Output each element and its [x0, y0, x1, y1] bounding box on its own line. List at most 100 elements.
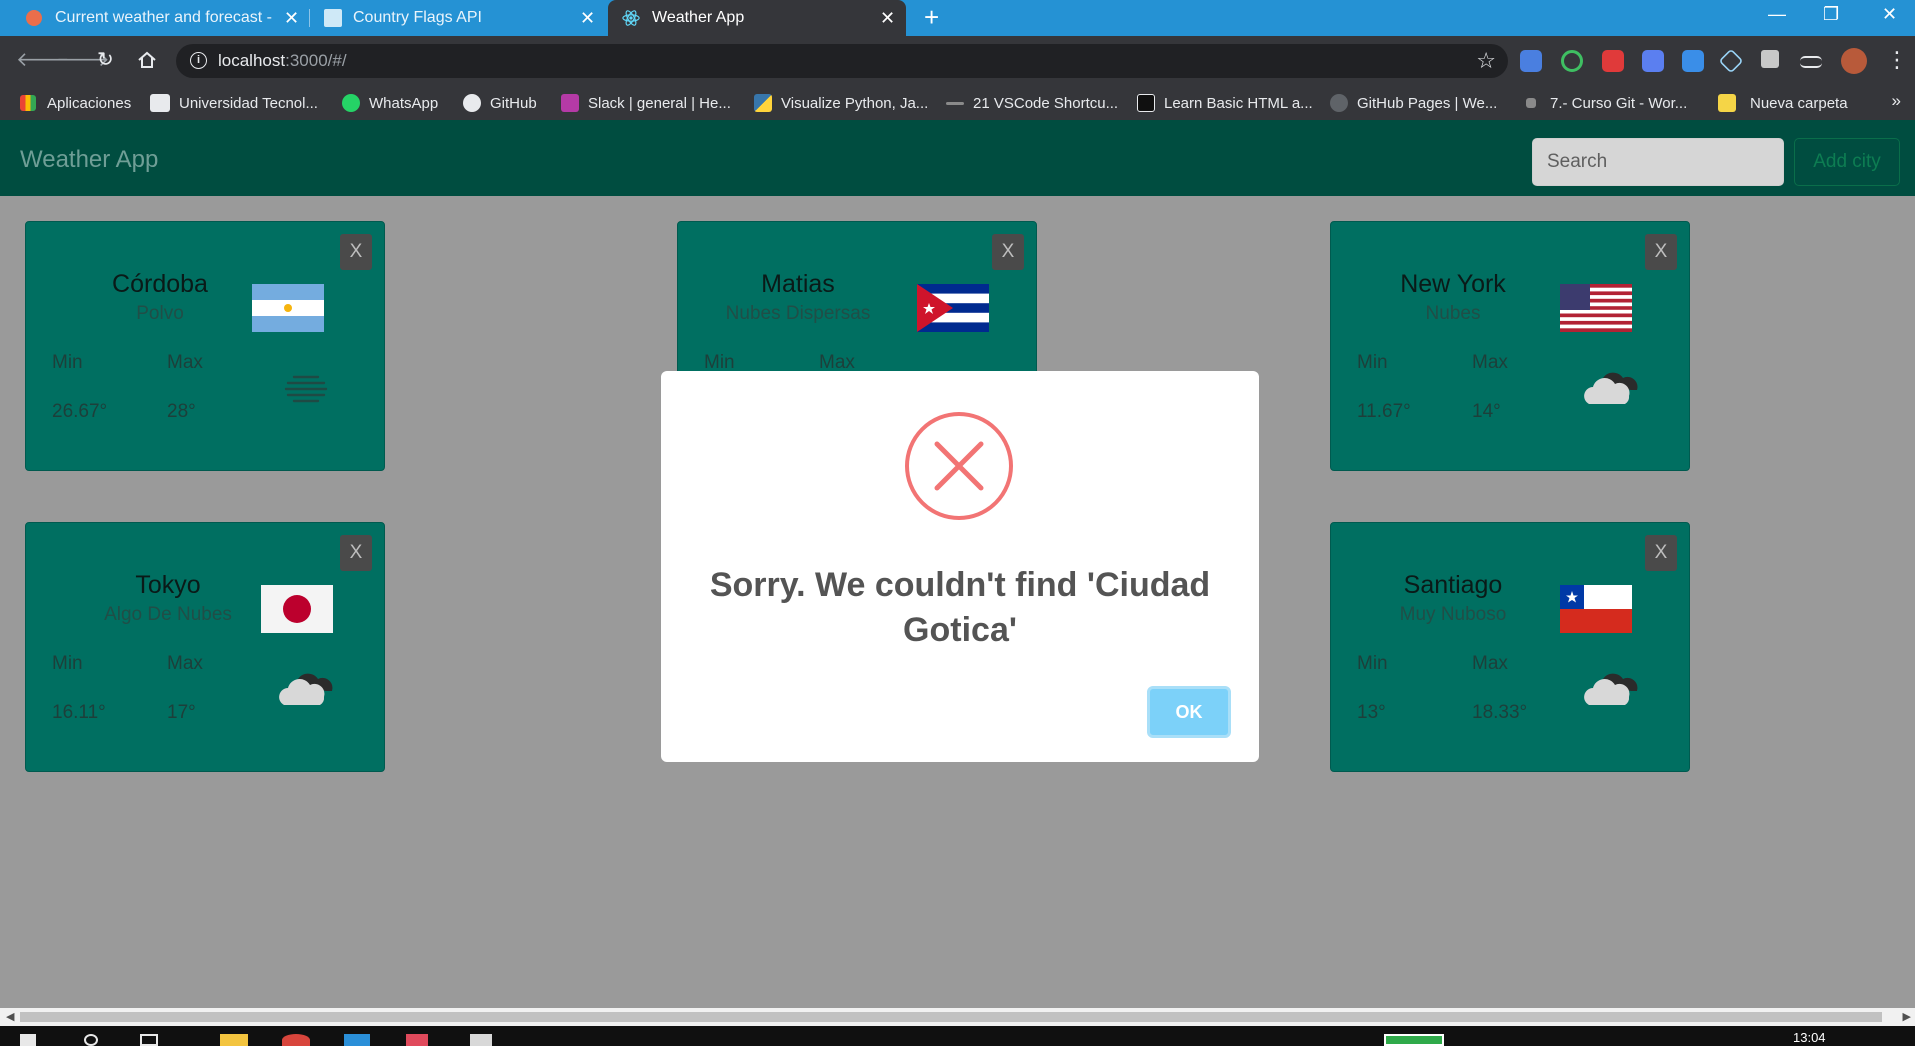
apps-grid-icon: [20, 95, 36, 111]
bookmark-python[interactable]: Visualize Python, Ja...: [754, 92, 928, 114]
git-course-icon: [1526, 98, 1536, 108]
app-brand[interactable]: Weather App: [20, 146, 158, 174]
taskbar-clock[interactable]: 13:04: [1793, 1030, 1826, 1045]
utn-logo-icon: [150, 94, 170, 112]
error-dialog: Sorry. We couldn't find 'Ciudad Gotica' …: [661, 371, 1259, 762]
tab-close-icon[interactable]: ✕: [880, 8, 895, 29]
app-navbar: Weather App Add city: [0, 120, 1915, 196]
min-temp: 13°: [1357, 702, 1386, 723]
bookmark-vscode[interactable]: 21 VSCode Shortcu...: [946, 92, 1118, 114]
scrollbar-thumb[interactable]: [20, 1012, 1882, 1022]
min-temp: 11.67°: [1357, 401, 1411, 422]
url-text[interactable]: localhost:3000/#/: [218, 51, 347, 71]
bookmark-nueva-carpeta[interactable]: Nueva carpeta: [1718, 92, 1848, 114]
bookmarks-overflow-icon[interactable]: »: [1892, 91, 1901, 111]
bookmark-slack[interactable]: Slack | general | He...: [561, 92, 731, 114]
card-description: Polvo: [136, 303, 184, 324]
bug-extension-icon[interactable]: [1602, 50, 1624, 72]
min-label: Min: [52, 352, 83, 373]
url-host: localhost: [218, 51, 286, 70]
max-label: Max: [1472, 352, 1508, 373]
bookmark-label: WhatsApp: [369, 94, 439, 112]
scroll-left-icon[interactable]: ◀: [6, 1008, 14, 1026]
flag-favicon-icon: [324, 9, 342, 27]
bookmark-label: Slack | general | He...: [588, 94, 731, 112]
bookmark-label: Aplicaciones: [47, 94, 132, 112]
bookmark-github-pages[interactable]: GitHub Pages | We...: [1330, 92, 1497, 114]
usa-flag-icon: [1560, 284, 1632, 332]
cuba-flag-icon: [917, 284, 989, 332]
max-label: Max: [1472, 653, 1508, 674]
scroll-right-icon[interactable]: ▶: [1903, 1008, 1911, 1026]
minimize-icon[interactable]: —: [1768, 4, 1786, 25]
battery-indicator: [1384, 1034, 1444, 1046]
bookmark-label: GitHub: [490, 94, 537, 112]
reload-icon[interactable]: ↻: [97, 48, 114, 72]
calendar-extension-icon[interactable]: [1642, 50, 1664, 72]
cloud-icon: [1584, 673, 1638, 705]
min-temp: 26.67°: [52, 401, 108, 422]
weather-card-cordoba: X Córdoba Polvo Min Max 26.67° 28°: [25, 221, 385, 471]
remove-card-button[interactable]: X: [340, 535, 372, 571]
file-explorer-icon[interactable]: [220, 1034, 248, 1046]
remove-card-button[interactable]: X: [340, 234, 372, 270]
tab-close-icon[interactable]: ✕: [284, 8, 299, 29]
max-label: Max: [167, 352, 203, 373]
menu-kebab-icon[interactable]: ⋮: [1886, 48, 1908, 72]
notepad-icon[interactable]: [470, 1034, 492, 1046]
search-icon[interactable]: [84, 1034, 98, 1046]
site-info-icon[interactable]: i: [190, 52, 207, 69]
bookmark-whatsapp[interactable]: WhatsApp: [342, 92, 438, 114]
card-description: Algo De Nubes: [104, 604, 232, 625]
chile-flag-icon: [1560, 585, 1632, 633]
diamond-extension-icon[interactable]: [1718, 48, 1744, 74]
tab-openweather[interactable]: Current weather and forecast - O ✕: [0, 0, 306, 36]
tab-title: Current weather and forecast - O: [55, 9, 275, 26]
remove-card-button[interactable]: X: [1645, 535, 1677, 571]
task-view-icon[interactable]: [140, 1034, 158, 1046]
vscode-icon[interactable]: [344, 1034, 370, 1046]
github-icon: [1330, 94, 1348, 112]
search-input[interactable]: [1532, 138, 1784, 186]
doc-extension-icon[interactable]: [1682, 50, 1704, 72]
puzzle-extensions-icon[interactable]: [1761, 50, 1779, 68]
bookmark-star-icon[interactable]: ☆: [1476, 48, 1496, 74]
media-control-icon[interactable]: [1800, 56, 1822, 68]
start-icon[interactable]: [20, 1034, 36, 1046]
profile-avatar[interactable]: [1841, 48, 1867, 74]
window-close-icon[interactable]: ✕: [1882, 4, 1897, 25]
html-course-icon: [1137, 94, 1155, 112]
error-message: Sorry. We couldn't find 'Ciudad Gotica': [709, 566, 1211, 649]
add-city-button[interactable]: Add city: [1794, 138, 1900, 186]
url-path: :3000/#/: [285, 51, 347, 70]
remove-card-button[interactable]: X: [992, 234, 1024, 270]
horizontal-scrollbar[interactable]: ◀ ▶: [0, 1008, 1915, 1026]
target-extension-icon[interactable]: [1561, 50, 1583, 72]
app-icon[interactable]: [406, 1034, 428, 1046]
shortcut-icon: [946, 101, 964, 105]
bookmark-apps[interactable]: Aplicaciones: [20, 92, 131, 114]
react-favicon-icon: [622, 10, 640, 26]
home-icon[interactable]: [137, 50, 157, 70]
ok-button[interactable]: OK: [1147, 686, 1231, 738]
bookmark-label: Universidad Tecnol...: [179, 94, 318, 112]
maximize-icon[interactable]: ❐: [1823, 4, 1839, 25]
bookmark-curso-git[interactable]: 7.- Curso Git - Wor...: [1526, 92, 1687, 114]
github-icon: [463, 94, 481, 112]
tab-country-flags[interactable]: Country Flags API ✕: [310, 0, 606, 36]
browser-toolbar: 🡐 🡒 ↻ i localhost:3000/#/ ☆ ⋮: [0, 36, 1915, 86]
chrome-icon[interactable]: [282, 1034, 310, 1046]
bookmark-github[interactable]: GitHub: [463, 92, 537, 114]
remove-card-button[interactable]: X: [1645, 234, 1677, 270]
bookmark-html[interactable]: Learn Basic HTML a...: [1137, 92, 1313, 114]
new-tab-plus-icon[interactable]: +: [924, 3, 939, 31]
bookmarks-bar: Aplicaciones Universidad Tecnol... Whats…: [0, 86, 1915, 120]
address-bar[interactable]: i localhost:3000/#/ ☆: [176, 44, 1508, 78]
bookmark-universidad[interactable]: Universidad Tecnol...: [150, 92, 318, 114]
os-taskbar: 13:04: [0, 1026, 1915, 1046]
translate-extension-icon[interactable]: [1520, 50, 1542, 72]
argentina-flag-icon: [252, 284, 324, 332]
min-temp: 16.11°: [52, 702, 106, 723]
tab-close-icon[interactable]: ✕: [580, 8, 595, 29]
tab-weather-app[interactable]: Weather App ✕: [608, 0, 906, 36]
